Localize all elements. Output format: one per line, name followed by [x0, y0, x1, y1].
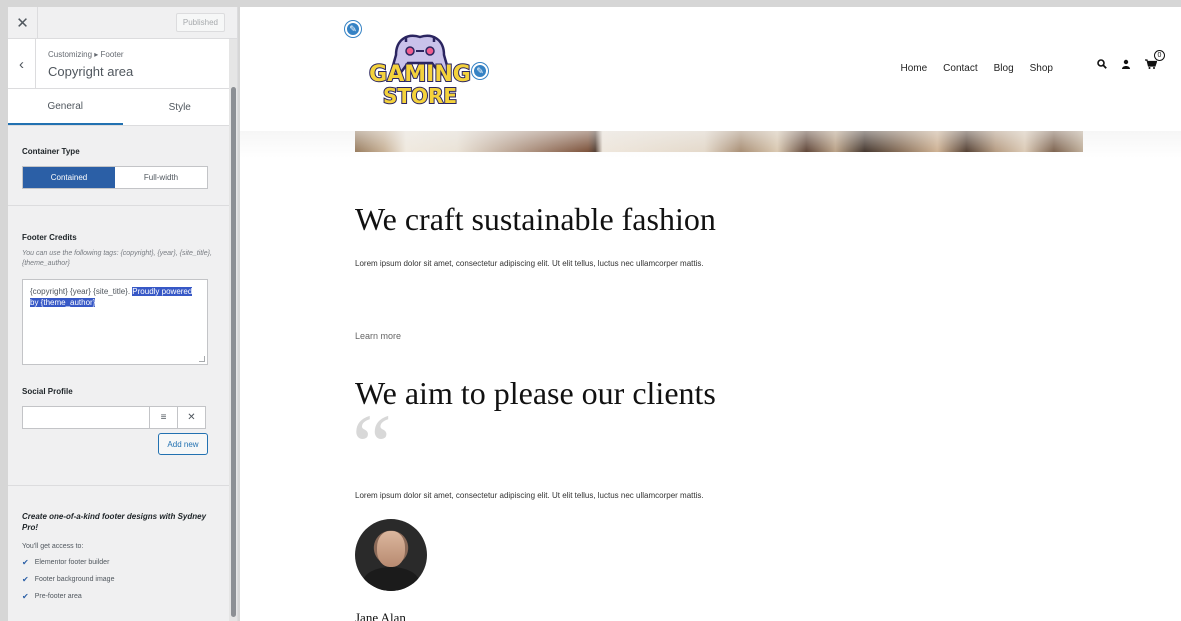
section-body-fashion: Lorem ipsum dolor sit amet, consectetur … [355, 259, 704, 268]
close-icon[interactable]: ✕ [8, 7, 38, 39]
published-button[interactable]: Published [175, 13, 225, 32]
promo-subtitle: You'll get access to: [22, 543, 84, 550]
breadcrumb: Customizing ▸ Footer [48, 50, 124, 59]
remove-icon[interactable]: ✕ [178, 406, 206, 429]
account-icon[interactable] [1121, 59, 1131, 72]
cart-count-badge: 0 [1154, 50, 1165, 61]
site-header: ✎ GAMING STORE ✎ Home Contact Blog Shop [240, 7, 1181, 131]
contained-option[interactable]: Contained [23, 167, 115, 188]
avatar-face [377, 531, 405, 567]
social-profile-input[interactable] [22, 406, 150, 429]
nav-item-home[interactable]: Home [900, 63, 927, 74]
footer-credits-label: Footer Credits [22, 233, 77, 242]
edit-pencil-icon[interactable]: ✎ [345, 21, 361, 37]
testimonial-author: Jane Alan [355, 610, 406, 621]
header-icons: 0 [1097, 50, 1165, 72]
sidebar-scrollbar[interactable] [229, 39, 237, 621]
hero-image [355, 131, 1083, 152]
check-icon: ✔ [22, 575, 29, 584]
site-preview: ✎ GAMING STORE ✎ Home Contact Blog Shop [240, 7, 1181, 621]
resize-handle[interactable] [199, 356, 205, 362]
tab-style[interactable]: Style [123, 89, 238, 125]
back-icon[interactable]: ‹ [8, 39, 36, 89]
check-icon: ✔ [22, 558, 29, 567]
promo-item: ✔ Footer background image [22, 575, 115, 584]
quote-icon: “ [352, 397, 392, 496]
add-new-button[interactable]: Add new [158, 433, 208, 455]
learn-more-link[interactable]: Learn more [355, 331, 401, 341]
testimonial-text: Lorem ipsum dolor sit amet, consectetur … [355, 491, 704, 500]
divider [8, 205, 230, 206]
social-profile-section: Social Profile ≡ ✕ Add new [8, 387, 230, 455]
container-type-section: Container Type Contained Full-width [8, 147, 230, 189]
promo-item: ✔ Elementor footer builder [22, 558, 110, 567]
social-profile-row: ≡ ✕ [22, 406, 230, 429]
tab-general[interactable]: General [8, 89, 123, 125]
drag-handle-icon[interactable]: ≡ [150, 406, 178, 429]
customizer-sidebar: ✕ Published ‹ Customizing ▸ Footer Copyr… [8, 7, 238, 621]
footer-credits-help: You can use the following tags: {copyrig… [22, 250, 212, 267]
edit-pencil-icon[interactable]: ✎ [472, 63, 488, 79]
sidebar-topbar: ✕ Published [8, 7, 237, 39]
section-heading-clients: We aim to please our clients [355, 375, 716, 411]
social-profile-label: Social Profile [22, 387, 73, 396]
cart-icon[interactable]: 0 [1145, 50, 1165, 72]
nav-item-contact[interactable]: Contact [943, 63, 977, 74]
search-icon[interactable] [1097, 59, 1107, 72]
promo-title: Create one-of-a-kind footer designs with… [22, 512, 207, 532]
gaming-store-logo[interactable]: GAMING STORE [366, 29, 474, 107]
promo-item: ✔ Pre-footer area [22, 592, 82, 601]
panel-header: ‹ Customizing ▸ Footer Copyright area [8, 39, 237, 89]
divider [8, 485, 230, 486]
check-icon: ✔ [22, 592, 29, 601]
nav-item-blog[interactable]: Blog [994, 63, 1014, 74]
panel-tabs: General Style [8, 89, 237, 126]
pro-promo-section: Create one-of-a-kind footer designs with… [8, 511, 230, 601]
credits-text: {copyright} {year} {site_title}. [30, 287, 133, 296]
footer-credits-section: Footer Credits You can use the following… [8, 233, 230, 365]
main-nav: Home Contact Blog Shop [900, 63, 1053, 74]
panel-title: Copyright area [48, 64, 134, 79]
avatar [355, 519, 427, 591]
container-type-label: Container Type [22, 147, 80, 156]
logo-text-bottom: STORE [383, 84, 457, 107]
footer-credits-textarea[interactable]: {copyright} {year} {site_title}. Proudly… [22, 279, 208, 365]
avatar-body [363, 567, 419, 591]
section-heading-fashion: We craft sustainable fashion [355, 201, 716, 237]
customizer-app: ✕ Published ‹ Customizing ▸ Footer Copyr… [0, 0, 1181, 621]
full-width-option[interactable]: Full-width [115, 167, 207, 188]
sidebar-scroll-thumb[interactable] [231, 87, 236, 617]
nav-item-shop[interactable]: Shop [1030, 63, 1053, 74]
container-type-toggle: Contained Full-width [22, 166, 208, 189]
